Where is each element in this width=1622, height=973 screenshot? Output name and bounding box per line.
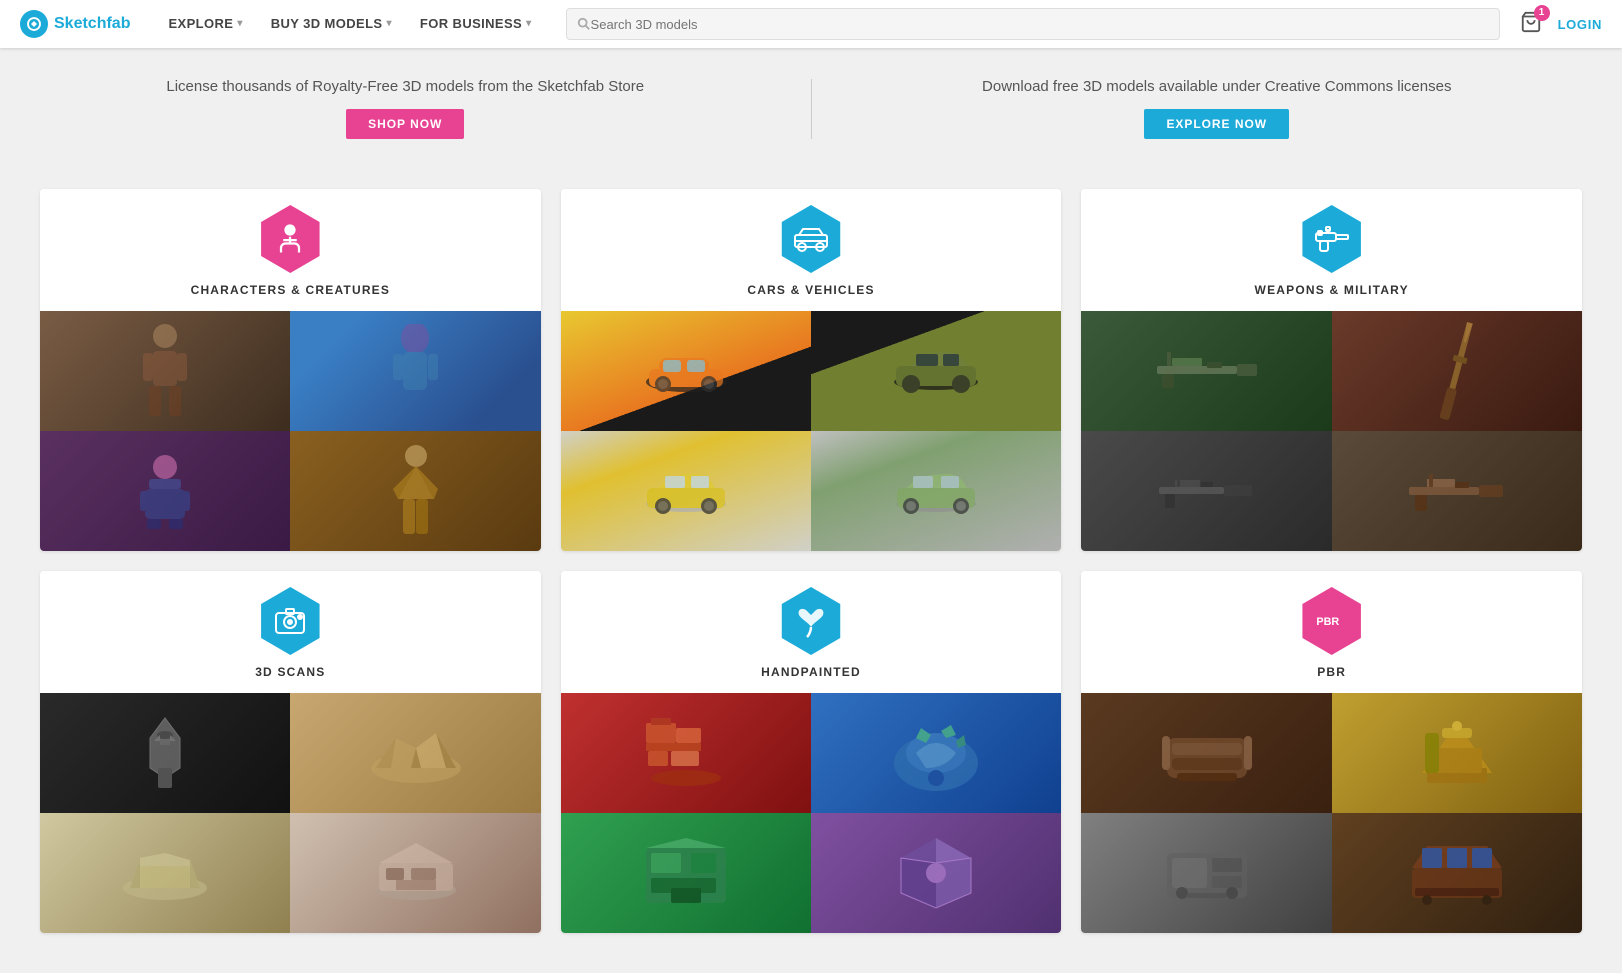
- scans-image-4: [290, 813, 540, 933]
- categories-row-2: 3D SCANS: [40, 571, 1582, 933]
- characters-image-4: [290, 431, 540, 551]
- promo-explore-text: Download free 3D models available under …: [982, 78, 1451, 95]
- scans-image-2: [290, 693, 540, 813]
- nav-explore[interactable]: EXPLORE ▾: [154, 0, 256, 48]
- handpainted-images: [561, 693, 1062, 933]
- cars-label: CARS & VEHICLES: [747, 283, 874, 297]
- handpainted-image-4: [811, 813, 1061, 933]
- categories-grid: CHARACTERS & CREATURES: [0, 169, 1622, 973]
- characters-label: CHARACTERS & CREATURES: [191, 283, 391, 297]
- pbr-image-4: [1332, 813, 1582, 933]
- weapons-header: WEAPONS & MILITARY: [1081, 189, 1582, 311]
- weapons-image-1: [1081, 311, 1331, 431]
- characters-header: CHARACTERS & CREATURES: [40, 189, 541, 311]
- scans-icon: [256, 587, 324, 655]
- buy-models-chevron-icon: ▾: [387, 18, 392, 29]
- navbar: Sketchfab EXPLORE ▾ BUY 3D MODELS ▾ FOR …: [0, 0, 1622, 48]
- scans-images: [40, 693, 541, 933]
- promo-shop-text: License thousands of Royalty-Free 3D mod…: [166, 78, 644, 95]
- weapons-image-4: [1332, 431, 1582, 551]
- category-handpainted[interactable]: HANDPAINTED: [561, 571, 1062, 933]
- search-icon: [577, 17, 591, 31]
- pbr-icon: PBR: [1298, 587, 1366, 655]
- categories-row-1: CHARACTERS & CREATURES: [40, 189, 1582, 551]
- cars-image-1: [561, 311, 811, 431]
- nav-links: EXPLORE ▾ BUY 3D MODELS ▾ FOR BUSINESS ▾: [154, 0, 545, 48]
- nav-right: 1 LOGIN: [1520, 11, 1602, 38]
- cart-icon[interactable]: 1: [1520, 11, 1542, 38]
- explore-chevron-icon: ▾: [237, 18, 242, 29]
- handpainted-image-3: [561, 813, 811, 933]
- characters-icon: [256, 205, 324, 273]
- promo-shop: License thousands of Royalty-Free 3D mod…: [40, 78, 771, 139]
- scans-image-3: [40, 813, 290, 933]
- shop-now-button[interactable]: SHOP NOW: [346, 109, 464, 139]
- handpainted-image-2: [811, 693, 1061, 813]
- cars-images: [561, 311, 1062, 551]
- cars-image-3: [561, 431, 811, 551]
- category-characters[interactable]: CHARACTERS & CREATURES: [40, 189, 541, 551]
- pbr-header: PBR PBR: [1081, 571, 1582, 693]
- weapons-image-2: [1332, 311, 1582, 431]
- promo-divider: [811, 79, 812, 139]
- pbr-label: PBR: [1317, 665, 1346, 679]
- weapons-images: [1081, 311, 1582, 551]
- promo-explore: Download free 3D models available under …: [852, 78, 1583, 139]
- scans-label: 3D SCANS: [255, 665, 325, 679]
- for-business-chevron-icon: ▾: [526, 18, 531, 29]
- category-pbr[interactable]: PBR PBR: [1081, 571, 1582, 933]
- search-input[interactable]: [591, 17, 1489, 32]
- explore-now-button[interactable]: EXPLORE NOW: [1144, 109, 1289, 139]
- scans-header: 3D SCANS: [40, 571, 541, 693]
- pbr-images: [1081, 693, 1582, 933]
- handpainted-header: HANDPAINTED: [561, 571, 1062, 693]
- category-scans[interactable]: 3D SCANS: [40, 571, 541, 933]
- logo-text: Sketchfab: [54, 15, 130, 33]
- logo-icon: [20, 10, 48, 38]
- cart-badge: 1: [1534, 5, 1550, 21]
- characters-image-1: [40, 311, 290, 431]
- weapons-image-3: [1081, 431, 1331, 551]
- handpainted-icon: [777, 587, 845, 655]
- handpainted-image-1: [561, 693, 811, 813]
- pbr-image-3: [1081, 813, 1331, 933]
- cars-header: CARS & VEHICLES: [561, 189, 1062, 311]
- cars-image-2: [811, 311, 1061, 431]
- characters-image-2: [290, 311, 540, 431]
- search-box[interactable]: [566, 8, 1500, 40]
- category-weapons[interactable]: WEAPONS & MILITARY: [1081, 189, 1582, 551]
- pbr-image-1: [1081, 693, 1331, 813]
- characters-images: [40, 311, 541, 551]
- nav-for-business[interactable]: FOR BUSINESS ▾: [406, 0, 546, 48]
- weapons-label: WEAPONS & MILITARY: [1255, 283, 1409, 297]
- logo[interactable]: Sketchfab: [20, 10, 130, 38]
- scans-image-1: [40, 693, 290, 813]
- nav-buy-models[interactable]: BUY 3D MODELS ▾: [257, 0, 406, 48]
- login-button[interactable]: LOGIN: [1558, 17, 1602, 32]
- weapons-icon: [1298, 205, 1366, 273]
- category-cars[interactable]: CARS & VEHICLES: [561, 189, 1062, 551]
- svg-text:PBR: PBR: [1316, 616, 1339, 628]
- cars-image-4: [811, 431, 1061, 551]
- pbr-image-2: [1332, 693, 1582, 813]
- characters-image-3: [40, 431, 290, 551]
- promo-banner: License thousands of Royalty-Free 3D mod…: [0, 48, 1622, 169]
- cars-icon: [777, 205, 845, 273]
- handpainted-label: HANDPAINTED: [761, 665, 861, 679]
